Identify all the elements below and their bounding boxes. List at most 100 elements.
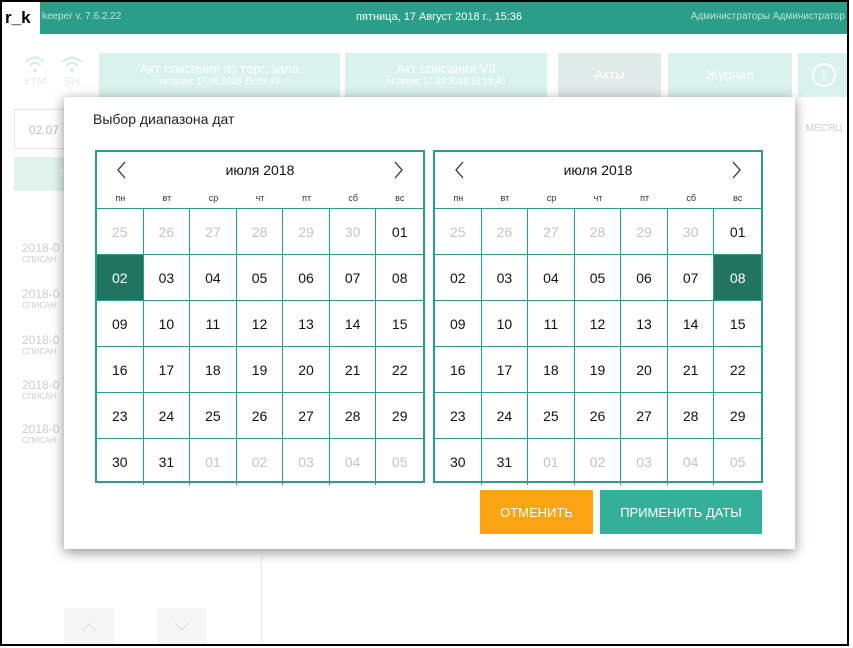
calendar-day[interactable]: 22 xyxy=(714,347,761,393)
calendar-day[interactable]: 05 xyxy=(714,439,761,485)
calendar-day[interactable]: 08 xyxy=(376,255,423,301)
calendar-day[interactable]: 04 xyxy=(668,439,715,485)
calendar-day[interactable]: 25 xyxy=(97,209,144,255)
calendar-day[interactable]: 04 xyxy=(528,255,575,301)
calendar-day[interactable]: 26 xyxy=(574,393,622,439)
calendar-day[interactable]: 17 xyxy=(481,347,529,393)
calendar-day[interactable]: 25 xyxy=(528,393,575,439)
calendar-day[interactable]: 03 xyxy=(621,439,668,485)
calendar-day[interactable]: 21 xyxy=(329,347,377,393)
calendar-day[interactable]: 04 xyxy=(330,439,377,485)
calendar-day[interactable]: 10 xyxy=(143,301,191,347)
calendar-day[interactable]: 20 xyxy=(283,347,330,393)
calendar-day[interactable]: 09 xyxy=(97,301,144,347)
calendar-day[interactable]: 27 xyxy=(283,393,330,439)
weekday-label: вс xyxy=(395,193,405,203)
calendar-day[interactable]: 18 xyxy=(528,347,575,393)
calendar-day[interactable]: 28 xyxy=(329,393,377,439)
calendar-day[interactable]: 03 xyxy=(481,255,529,301)
calendar-day[interactable]: 27 xyxy=(528,209,575,255)
calendar-day[interactable]: 16 xyxy=(435,347,482,393)
calendar-day[interactable]: 02 xyxy=(435,255,482,301)
date-range-dialog: Выбор диапазона дат июля 2018 пн вт ср ч… xyxy=(64,97,795,549)
calendar-day[interactable]: 30 xyxy=(667,209,715,255)
calendar-day[interactable]: 03 xyxy=(283,439,330,485)
calendar-day[interactable]: 16 xyxy=(97,347,144,393)
next-month-button[interactable] xyxy=(383,156,413,184)
calendar-day[interactable]: 29 xyxy=(714,393,761,439)
calendar-day[interactable]: 06 xyxy=(621,255,668,301)
calendar-day[interactable]: 14 xyxy=(667,301,715,347)
calendar-day[interactable]: 24 xyxy=(481,393,529,439)
calendar-day-grid: 25 26 27 28 29 30 01 02 03 04 05 06 07 08 09 10 11 12 13 14… xyxy=(435,208,761,485)
calendar-day[interactable]: 01 xyxy=(190,439,237,485)
calendar-day[interactable]: 31 xyxy=(144,439,191,485)
weekday-label: вт xyxy=(162,193,172,203)
calendar-day[interactable]: 26 xyxy=(143,209,191,255)
calendar-day[interactable]: 01 xyxy=(528,439,575,485)
calendar-day[interactable]: 28 xyxy=(667,393,715,439)
calendar-day[interactable]: 12 xyxy=(236,301,284,347)
calendar-day[interactable]: 13 xyxy=(621,301,668,347)
calendar-day[interactable]: 13 xyxy=(283,301,330,347)
calendar-day[interactable]: 02 xyxy=(237,439,284,485)
calendar-day[interactable]: 05 xyxy=(574,255,622,301)
top-bar: r_k keeper v. 7.6.2.22 пятница, 17 Авгус… xyxy=(2,2,847,34)
calendar-day[interactable]: 18 xyxy=(190,347,237,393)
calendar-day[interactable]: 27 xyxy=(621,393,668,439)
calendar-day[interactable]: 28 xyxy=(236,209,284,255)
calendar-day[interactable]: 24 xyxy=(143,393,191,439)
calendar-day[interactable]: 03 xyxy=(143,255,191,301)
calendar-day[interactable]: 28 xyxy=(574,209,622,255)
calendar-day[interactable]: 07 xyxy=(667,255,715,301)
calendar-day[interactable]: 09 xyxy=(435,301,482,347)
calendar-month-label: июля 2018 xyxy=(225,162,295,178)
calendar-day[interactable]: 29 xyxy=(283,209,330,255)
end-date-calendar: июля 2018 пн вт ср чт пт сб вс 25 26 27 28 2… xyxy=(433,150,763,485)
calendar-day[interactable]: 14 xyxy=(329,301,377,347)
weekday-label: сб xyxy=(348,193,358,203)
calendar-day-selected[interactable]: 08 xyxy=(714,255,761,301)
calendar-day[interactable]: 17 xyxy=(143,347,191,393)
calendar-day[interactable]: 22 xyxy=(376,347,423,393)
calendar-day[interactable]: 27 xyxy=(190,209,237,255)
calendar-day[interactable]: 30 xyxy=(435,439,482,485)
calendar-day[interactable]: 30 xyxy=(97,439,144,485)
calendar-day[interactable]: 11 xyxy=(528,301,575,347)
calendar-day[interactable]: 26 xyxy=(236,393,284,439)
calendar-day[interactable]: 26 xyxy=(481,209,529,255)
calendar-day[interactable]: 06 xyxy=(283,255,330,301)
calendar-day[interactable]: 05 xyxy=(236,255,284,301)
calendar-day[interactable]: 20 xyxy=(621,347,668,393)
calendar-day[interactable]: 01 xyxy=(376,209,423,255)
calendar-day[interactable]: 25 xyxy=(190,393,237,439)
calendar-day[interactable]: 23 xyxy=(97,393,144,439)
calendar-day[interactable]: 12 xyxy=(574,301,622,347)
app-version: keeper v. 7.6.2.22 xyxy=(42,11,122,22)
apply-dates-button[interactable]: ПРИМЕНИТЬ ДАТЫ xyxy=(600,490,762,534)
calendar-day[interactable]: 25 xyxy=(435,209,482,255)
calendar-day[interactable]: 19 xyxy=(236,347,284,393)
calendar-day[interactable]: 01 xyxy=(714,209,761,255)
calendar-day[interactable]: 21 xyxy=(667,347,715,393)
calendar-day[interactable]: 15 xyxy=(376,301,423,347)
calendar-day[interactable]: 31 xyxy=(482,439,529,485)
calendar-day[interactable]: 23 xyxy=(435,393,482,439)
calendar-day[interactable]: 07 xyxy=(329,255,377,301)
weekday-label: чт xyxy=(255,193,265,203)
calendar-day[interactable]: 19 xyxy=(574,347,622,393)
next-month-button[interactable] xyxy=(721,156,751,184)
calendar-day[interactable]: 04 xyxy=(190,255,237,301)
calendar-day[interactable]: 10 xyxy=(481,301,529,347)
calendar-day-selected[interactable]: 02 xyxy=(97,255,144,301)
cancel-button[interactable]: ОТМЕНИТЬ xyxy=(480,490,593,534)
calendar-day[interactable]: 29 xyxy=(621,209,668,255)
calendar-day[interactable]: 29 xyxy=(376,393,423,439)
calendar-day[interactable]: 11 xyxy=(190,301,237,347)
calendar-day[interactable]: 05 xyxy=(376,439,423,485)
calendar-day[interactable]: 02 xyxy=(575,439,622,485)
weekday-row: пн вт ср чт пт сб вс xyxy=(97,188,423,208)
weekday-label: пн xyxy=(115,193,126,203)
calendar-day[interactable]: 30 xyxy=(329,209,377,255)
calendar-day[interactable]: 15 xyxy=(714,301,761,347)
